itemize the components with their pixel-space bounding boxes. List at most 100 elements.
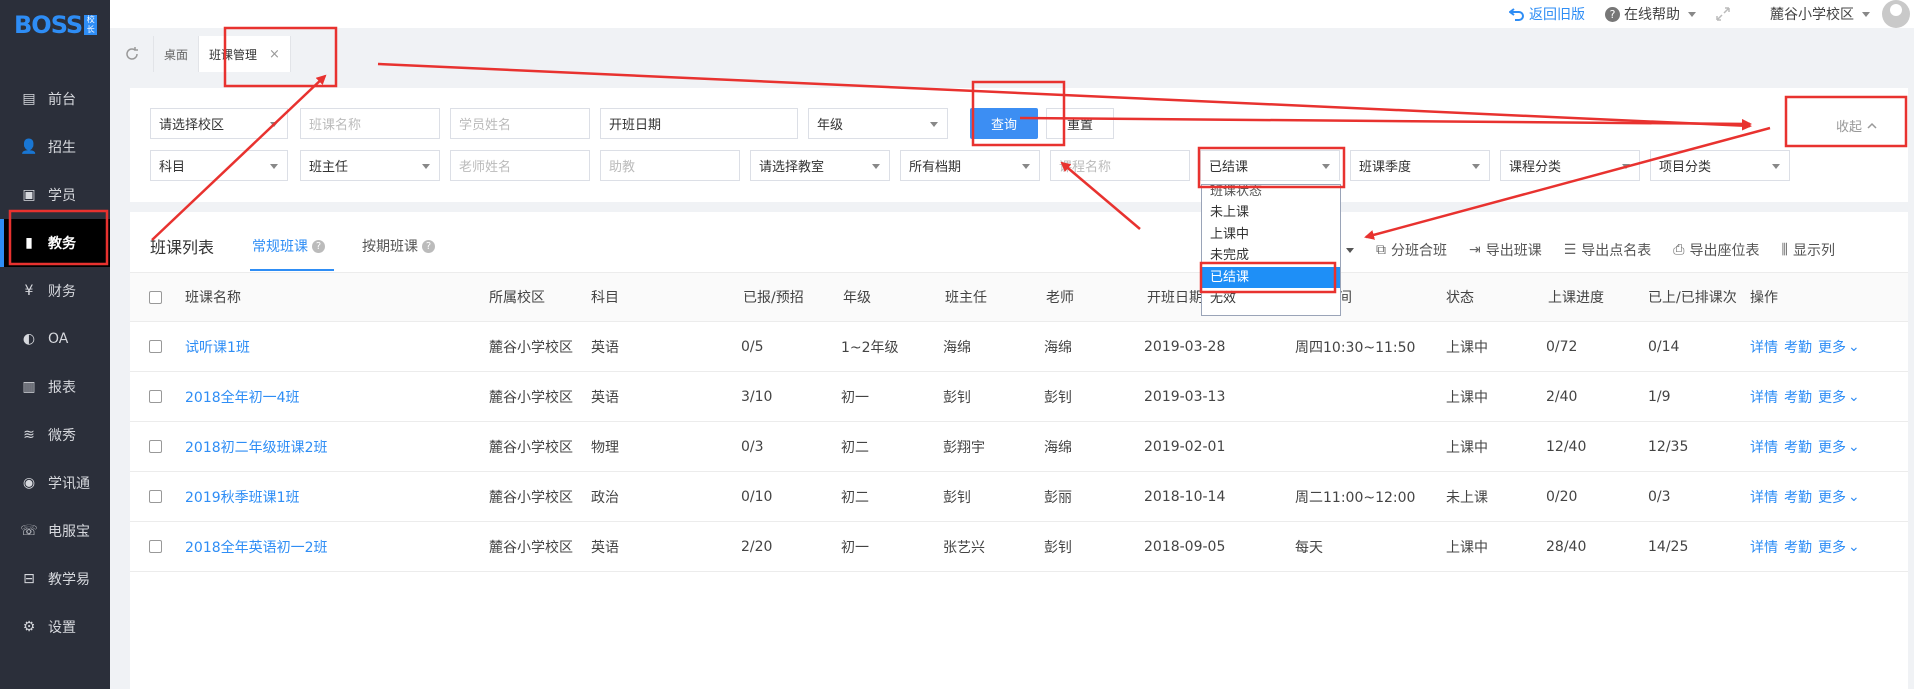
- course-category-select[interactable]: 课程分类: [1500, 150, 1640, 181]
- cell-name[interactable]: 2019秋季班课1班: [185, 472, 300, 521]
- status-option[interactable]: 已结课: [1202, 266, 1340, 288]
- row-checkbox[interactable]: [149, 540, 162, 553]
- column-header[interactable]: 所属校区: [489, 273, 545, 321]
- online-help-menu[interactable]: ? 在线帮助: [1605, 4, 1696, 24]
- attendance-link[interactable]: 考勤: [1784, 487, 1812, 507]
- table-row[interactable]: 2018全年初一4班 麓谷小学校区 英语 3/10 初一 彭钊 彭钊 2019-03-13 上课…: [130, 372, 1908, 422]
- more-menu[interactable]: 更多: [1818, 337, 1846, 357]
- fullscreen-button[interactable]: [1716, 7, 1730, 21]
- export-seat-chart-button[interactable]: ⎙ 导出座位表: [1673, 240, 1759, 260]
- campus-switcher[interactable]: 麓谷小学校区: [1770, 4, 1870, 24]
- cell-progress: 2/40: [1546, 388, 1578, 405]
- column-header[interactable]: 开班日期: [1147, 273, 1203, 321]
- more-menu[interactable]: 更多: [1818, 487, 1846, 507]
- more-menu[interactable]: 更多: [1818, 537, 1846, 557]
- collapse-toggle[interactable]: 收起: [1836, 116, 1878, 135]
- tab-period-class[interactable]: 按期班课 ?: [362, 236, 435, 256]
- help-icon[interactable]: ?: [312, 239, 325, 253]
- back-old-version-link[interactable]: 返回旧版: [1509, 4, 1585, 24]
- start-date-input[interactable]: 开班日期: [600, 108, 798, 139]
- grade-select[interactable]: 年级: [808, 108, 948, 139]
- status-option[interactable]: 未上课: [1202, 202, 1340, 224]
- schedule-select[interactable]: 所有档期: [900, 150, 1040, 181]
- tab-desktop[interactable]: 桌面: [154, 36, 200, 72]
- sidebar-item-6[interactable]: ▥ 报表: [0, 363, 110, 411]
- teacher-name-input[interactable]: 老师姓名: [450, 150, 590, 181]
- table-row[interactable]: 2019秋季班课1班 麓谷小学校区 政治 0/10 初二 彭钊 彭丽 2018-10-14 周二…: [130, 472, 1908, 522]
- more-menu[interactable]: 更多: [1818, 437, 1846, 457]
- detail-link[interactable]: 详情: [1750, 437, 1778, 457]
- cell-name[interactable]: 2018全年初一4班: [185, 372, 300, 421]
- app-logo[interactable]: BOSS 校长: [0, 0, 110, 50]
- attendance-link[interactable]: 考勤: [1784, 337, 1812, 357]
- status-option[interactable]: 上课中: [1202, 224, 1340, 246]
- detail-link[interactable]: 详情: [1750, 337, 1778, 357]
- column-header[interactable]: 已上/已排课次: [1648, 273, 1737, 321]
- split-merge-class-button[interactable]: ⧉ 分班合班: [1376, 240, 1447, 260]
- detail-link[interactable]: 详情: [1750, 537, 1778, 557]
- assistant-input[interactable]: 助教: [600, 150, 740, 181]
- query-button[interactable]: 查询: [970, 108, 1038, 139]
- sidebar-item-9[interactable]: ☏ 电服宝: [0, 507, 110, 555]
- sidebar-item-2[interactable]: ▣ 学员: [0, 171, 110, 219]
- reset-button[interactable]: 重置: [1046, 108, 1114, 139]
- subject-select[interactable]: 科目: [150, 150, 288, 181]
- table-row[interactable]: 试听课1班 麓谷小学校区 英语 0/5 1~2年级 海绵 海绵 2019-03-28 周四10:…: [130, 322, 1908, 372]
- select-all-checkbox[interactable]: [149, 290, 162, 304]
- column-header[interactable]: 年级: [843, 273, 871, 321]
- cell-name[interactable]: 2018全年英语初一2班: [185, 522, 328, 571]
- cell-name[interactable]: 试听课1班: [185, 322, 250, 371]
- project-category-select[interactable]: 项目分类: [1650, 150, 1790, 181]
- sidebar-item-label: 电服宝: [48, 524, 90, 540]
- tab-regular-class[interactable]: 常规班课 ?: [252, 236, 325, 256]
- sidebar-item-5[interactable]: ◐ OA: [0, 315, 110, 363]
- help-icon[interactable]: ?: [422, 239, 435, 253]
- column-header[interactable]: 班主任: [945, 273, 987, 321]
- row-checkbox[interactable]: [149, 490, 162, 503]
- refresh-button[interactable]: [110, 36, 154, 72]
- status-select[interactable]: 已结课: [1200, 150, 1340, 181]
- sidebar-item-3[interactable]: ▮ 教务: [0, 219, 110, 267]
- show-columns-button[interactable]: ⫼ 显示列: [1782, 240, 1835, 260]
- detail-link[interactable]: 详情: [1750, 387, 1778, 407]
- student-name-input[interactable]: 学员姓名: [450, 108, 590, 139]
- sidebar-item-4[interactable]: ¥ 财务: [0, 267, 110, 315]
- sidebar-item-7[interactable]: ≋ 微秀: [0, 411, 110, 459]
- attendance-link[interactable]: 考勤: [1784, 437, 1812, 457]
- course-name-input[interactable]: 课程名称: [1050, 150, 1190, 181]
- row-checkbox[interactable]: [149, 340, 162, 353]
- tab-class-management[interactable]: 班课管理 ×: [199, 36, 291, 72]
- status-option[interactable]: 班课状态: [1202, 185, 1340, 202]
- sidebar-item-0[interactable]: ▤ 前台: [0, 75, 110, 123]
- column-header[interactable]: 班课名称: [185, 273, 241, 321]
- head-teacher-select[interactable]: 班主任: [300, 150, 440, 181]
- column-header[interactable]: 老师: [1046, 273, 1074, 321]
- table-row[interactable]: 2018初二年级班课2班 麓谷小学校区 物理 0/3 初二 彭翔宇 海绵 2019-02-01…: [130, 422, 1908, 472]
- season-select[interactable]: 班课季度: [1350, 150, 1490, 181]
- attendance-link[interactable]: 考勤: [1784, 387, 1812, 407]
- sidebar-item-1[interactable]: 👤 招生: [0, 123, 110, 171]
- column-header[interactable]: 上课进度: [1548, 273, 1604, 321]
- row-checkbox[interactable]: [149, 440, 162, 453]
- status-option[interactable]: 无效: [1202, 288, 1340, 310]
- status-option[interactable]: 未完成: [1202, 245, 1340, 267]
- detail-link[interactable]: 详情: [1750, 487, 1778, 507]
- sidebar-item-11[interactable]: ⚙ 设置: [0, 603, 110, 651]
- sidebar-item-10[interactable]: ⊟ 教学易: [0, 555, 110, 603]
- sidebar-item-8[interactable]: ◉ 学讯通: [0, 459, 110, 507]
- cell-name[interactable]: 2018初二年级班课2班: [185, 422, 328, 471]
- avatar[interactable]: [1882, 0, 1910, 28]
- class-name-input[interactable]: 班课名称: [300, 108, 440, 139]
- column-header[interactable]: 科目: [591, 273, 619, 321]
- export-class-button[interactable]: ⇥ 导出班课: [1469, 240, 1542, 260]
- classroom-select[interactable]: 请选择教室: [750, 150, 890, 181]
- export-roll-call-button[interactable]: ☰ 导出点名表: [1564, 240, 1652, 260]
- close-icon[interactable]: ×: [269, 47, 280, 62]
- column-header[interactable]: 状态: [1446, 273, 1474, 321]
- row-checkbox[interactable]: [149, 390, 162, 403]
- more-menu[interactable]: 更多: [1818, 387, 1846, 407]
- column-header[interactable]: 已报/预招: [743, 273, 804, 321]
- table-row[interactable]: 2018全年英语初一2班 麓谷小学校区 英语 2/20 初一 张艺兴 彭钊 2018-09-0…: [130, 522, 1908, 572]
- attendance-link[interactable]: 考勤: [1784, 537, 1812, 557]
- campus-select[interactable]: 请选择校区: [150, 108, 288, 139]
